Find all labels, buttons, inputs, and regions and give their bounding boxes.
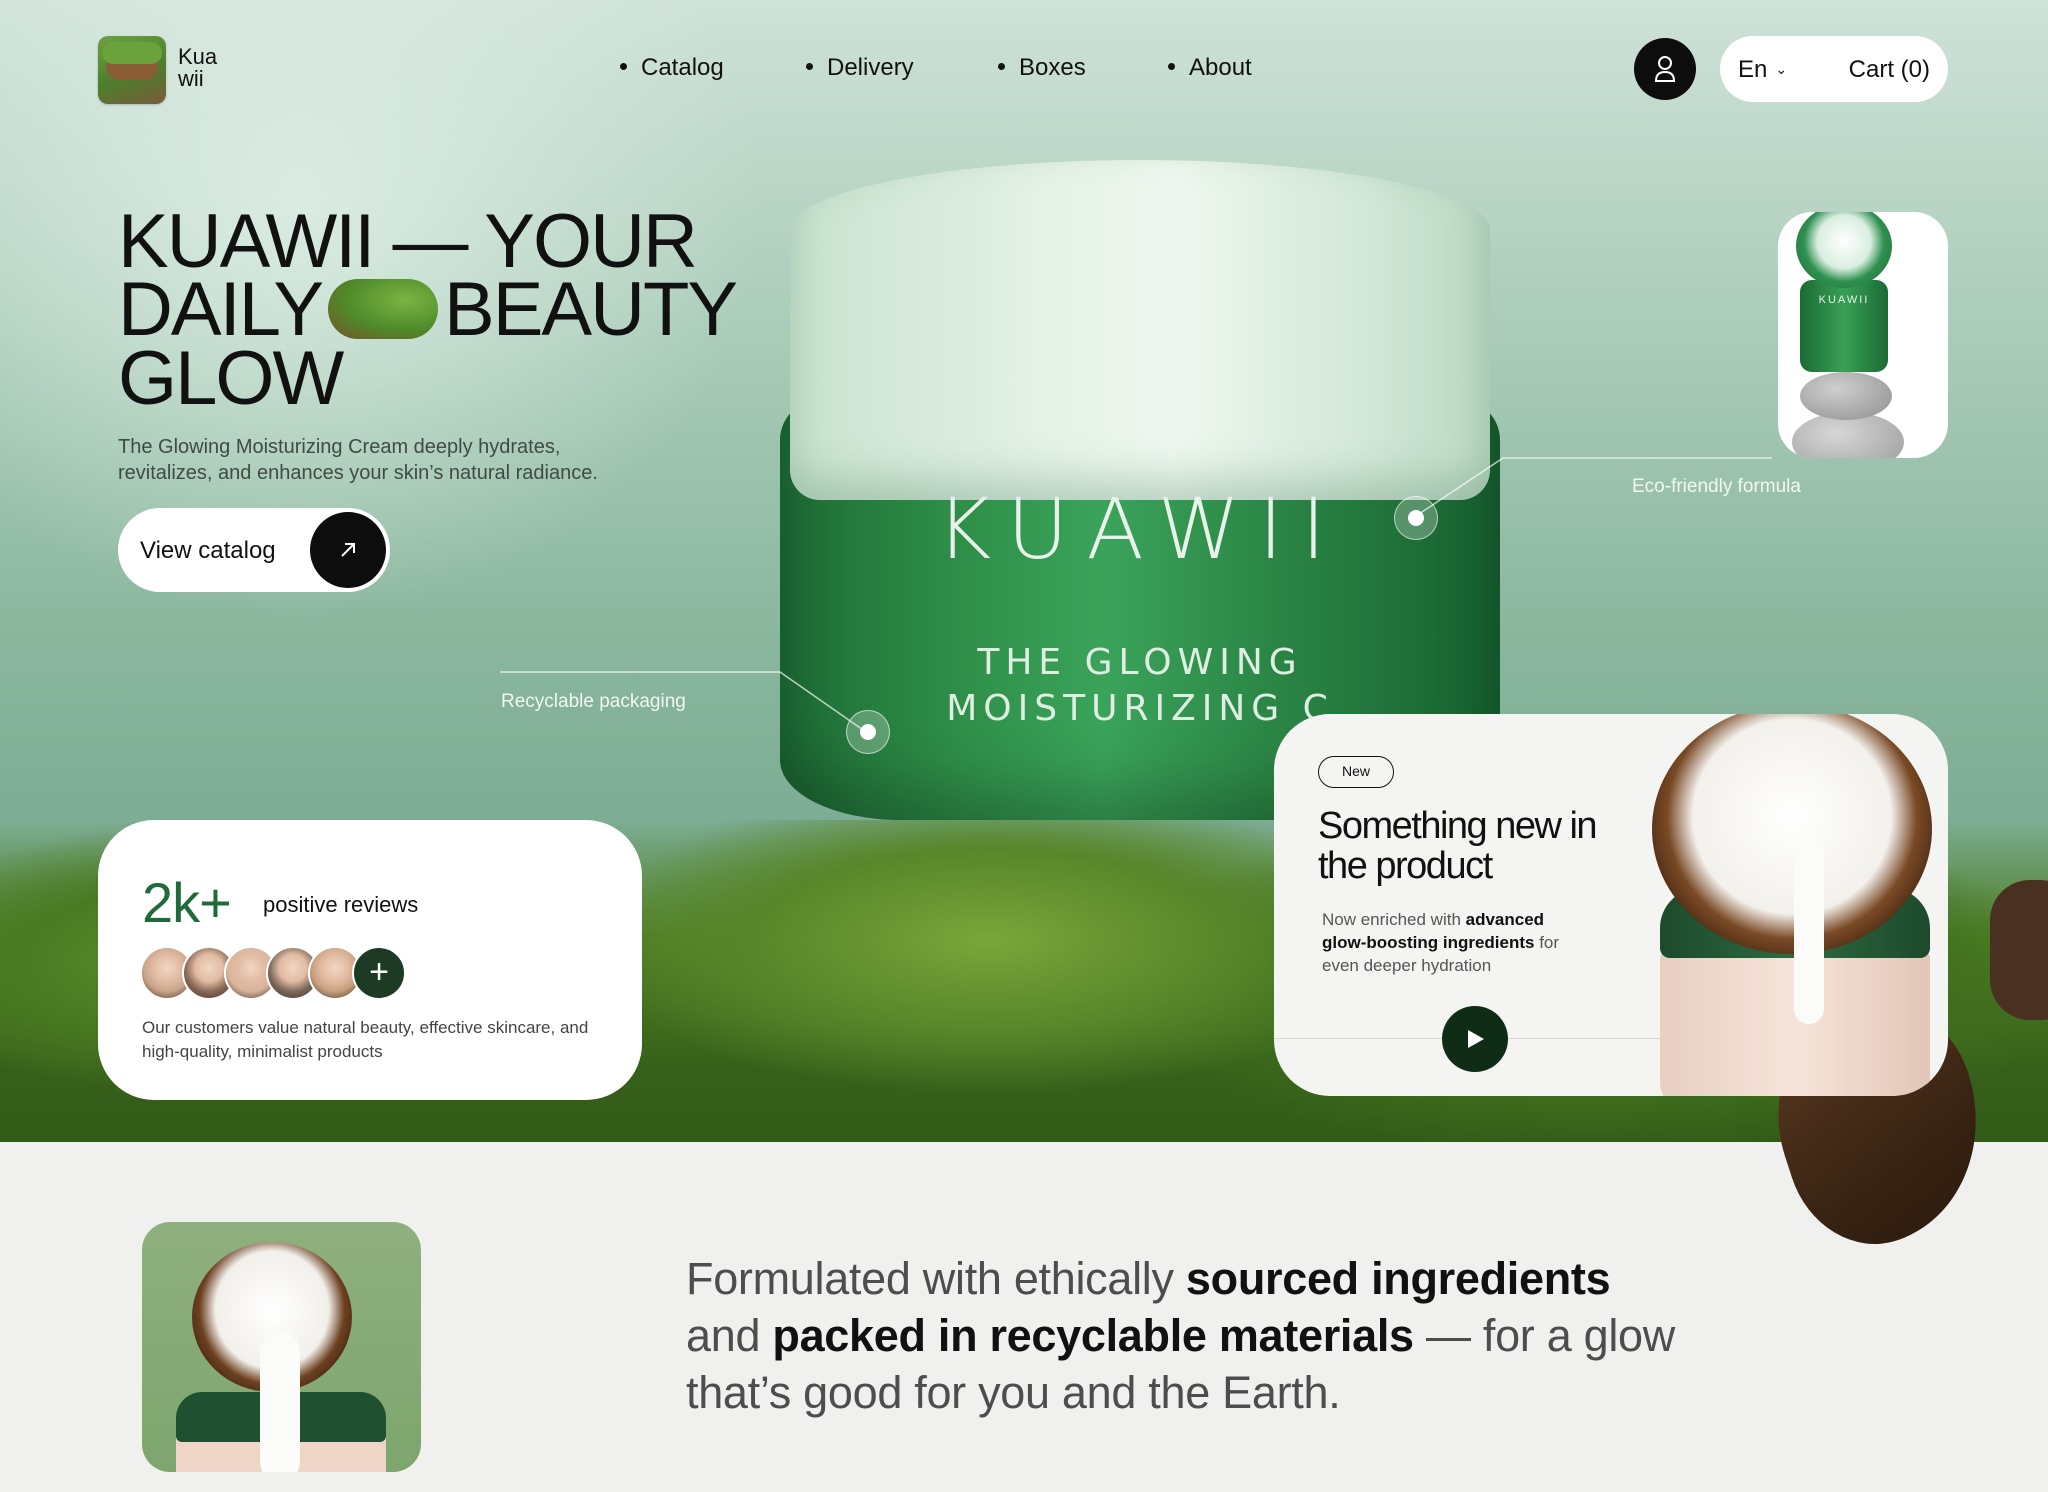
reviews-count: 2k+ <box>142 871 232 934</box>
headline-line-1: KUAWII — YOUR <box>118 199 698 284</box>
brand-statement: Formulated with ethically sourced ingred… <box>686 1250 1686 1421</box>
coconut-product-image <box>142 1222 421 1472</box>
cart-button[interactable]: Cart (0) <box>1849 56 1930 84</box>
thumb-jar-label: KUAWII <box>1818 294 1870 306</box>
desc-text: Now enriched with <box>1322 910 1466 929</box>
reviews-description: Our customers value natural beauty, effe… <box>142 1018 589 1061</box>
arrow-up-right-icon <box>341 543 355 557</box>
chevron-down-icon: ⌄ <box>1775 61 1788 77</box>
play-icon <box>1468 1030 1484 1048</box>
branch-decoration-right <box>1990 880 2048 1020</box>
language-label: En <box>1738 56 1768 83</box>
nav-item-label: About <box>1189 54 1252 81</box>
headline-line-2: DAILY BEAUTY <box>118 272 738 348</box>
cream-drip <box>260 1332 300 1472</box>
statement-bold: sourced ingredients <box>1185 1253 1611 1304</box>
hero-description: The Glowing Moisturizing Cream deeply hy… <box>118 436 598 484</box>
hotspot-eco-formula[interactable] <box>1394 496 1438 540</box>
headline-word-beauty: BEAUTY <box>444 267 738 352</box>
bullet-icon <box>620 63 627 71</box>
nav-item-catalog[interactable]: Catalog <box>620 54 724 82</box>
thumb-jar-lid <box>1796 212 1892 288</box>
plus-icon: + <box>369 953 389 991</box>
bullet-icon <box>806 63 813 71</box>
cta-arrow-circle <box>310 512 386 588</box>
user-icon <box>1654 56 1676 82</box>
jar-subtitle-line1: THE GLOWING <box>977 642 1303 683</box>
account-button[interactable] <box>1634 38 1696 100</box>
headline-line-3: GLOW <box>118 335 344 421</box>
nav-item-label: Boxes <box>1019 54 1086 81</box>
statement-text: and <box>686 1310 773 1361</box>
statement-bold: packed in recyclable materials <box>772 1310 1414 1361</box>
add-review-button[interactable]: + <box>352 946 406 1000</box>
new-badge: New <box>1318 756 1394 788</box>
new-product-card: New Something new in the product Now enr… <box>1274 714 1948 1096</box>
jar-lid <box>790 160 1490 500</box>
stone <box>1800 372 1892 420</box>
language-select[interactable]: En ⌄ <box>1738 56 1787 84</box>
hotspot-label-recyclable: Recyclable packaging <box>501 691 686 712</box>
reviews-card: 2k+ positive reviews + Our customers val… <box>98 820 642 1100</box>
cta-label: View catalog <box>140 537 276 564</box>
logo-image[interactable] <box>98 36 166 104</box>
hotspot-recyclable[interactable] <box>846 710 890 754</box>
logo-text[interactable]: Kua wii <box>178 46 217 90</box>
nav-item-label: Delivery <box>827 54 914 81</box>
product-thumbnail-card[interactable]: KUAWII <box>1778 212 1948 458</box>
new-product-title: Something new in the product <box>1318 805 1598 887</box>
moss-log-icon <box>328 278 439 339</box>
statement-text: Formulated with ethically <box>686 1253 1186 1304</box>
view-catalog-button[interactable]: View catalog <box>118 508 390 592</box>
bullet-icon <box>1168 63 1175 71</box>
thumb-jar: KUAWII <box>1800 280 1888 372</box>
bullet-icon <box>998 63 1005 71</box>
coconut-image <box>1652 714 1932 954</box>
nav-item-about[interactable]: About <box>1168 54 1252 82</box>
play-video-button[interactable] <box>1442 1006 1508 1072</box>
hero-headline: KUAWII — YOUR DAILY BEAUTY GLOW <box>118 199 738 421</box>
nav-item-delivery[interactable]: Delivery <box>806 54 914 82</box>
nav-item-boxes[interactable]: Boxes <box>998 54 1086 82</box>
new-product-description: Now enriched with advanced glow-boosting… <box>1322 908 1592 977</box>
cream-drip <box>1794 834 1824 1024</box>
header-pill: En ⌄ Cart (0) <box>1720 36 1948 102</box>
hotspot-label-eco: Eco-friendly formula <box>1632 476 1801 497</box>
reviews-label: positive reviews <box>263 892 419 917</box>
headline-word-daily: DAILY <box>118 267 324 352</box>
nav-item-label: Catalog <box>641 54 724 81</box>
